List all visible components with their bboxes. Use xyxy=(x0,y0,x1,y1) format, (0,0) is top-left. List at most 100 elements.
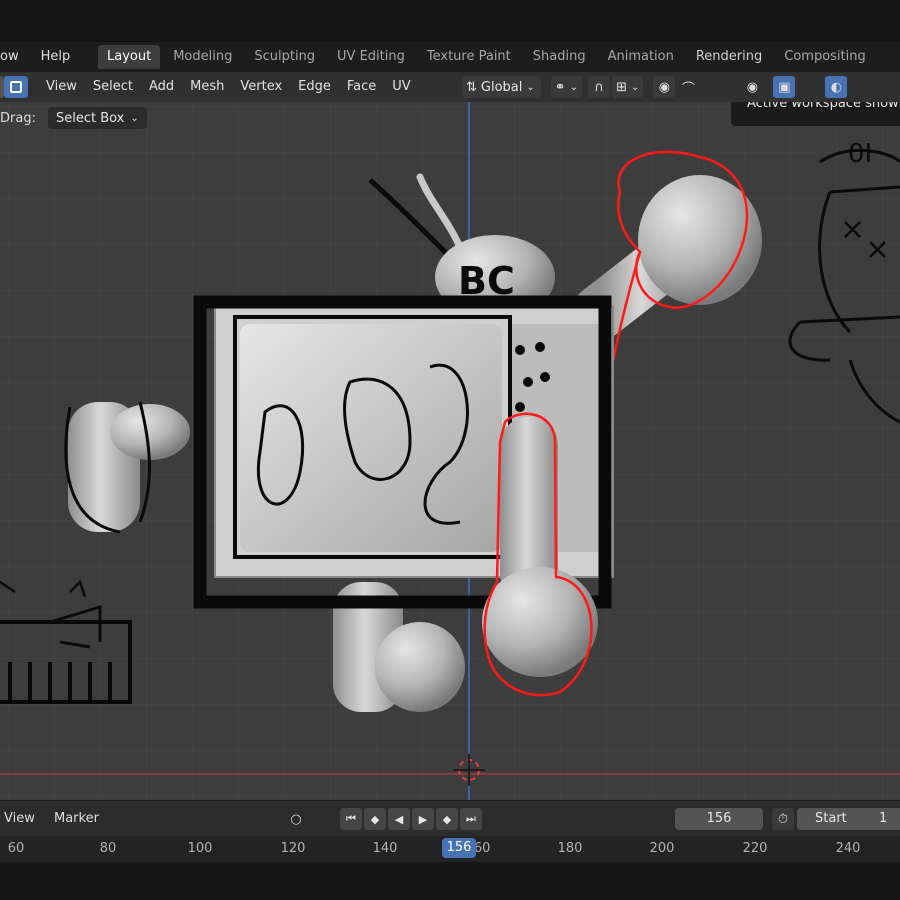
ruler-tick: 120 xyxy=(280,841,306,856)
chevron-down-icon: ⌄ xyxy=(630,81,640,93)
menu-window[interactable]: ow xyxy=(0,42,27,72)
drag-tool-value: Select Box xyxy=(55,110,125,126)
right-hand-mesh xyxy=(482,567,598,677)
menu-mesh[interactable]: Mesh xyxy=(182,72,232,102)
3d-viewport[interactable]: BC 0I Drag: Select Box ⌄ Active workspac… xyxy=(0,102,900,800)
ruler-tick: 200 xyxy=(649,841,675,856)
overlay-icon: ◐ xyxy=(830,79,843,95)
snap-target-dropdown[interactable]: ⊞ ⌄ xyxy=(612,76,644,98)
knob-sketch xyxy=(540,372,550,382)
menu-vertex[interactable]: Vertex xyxy=(232,72,290,102)
tab-modeling[interactable]: Modeling xyxy=(164,45,241,69)
knob-sketch xyxy=(515,402,525,412)
play-icon: ▶ xyxy=(418,812,428,826)
viewport-header: View Select Add Mesh Vertex Edge Face UV… xyxy=(0,72,900,102)
ruler-tick: 80 xyxy=(99,841,117,856)
gizmo-icon: ▣ xyxy=(778,79,791,95)
tab-uv-editing[interactable]: UV Editing xyxy=(328,45,414,69)
pivot-point-dropdown[interactable]: ⚭ ⌄ xyxy=(550,76,583,98)
ruler-tick: 180 xyxy=(557,841,583,856)
bottom-bar xyxy=(0,862,900,900)
timeline-menu-view[interactable]: View xyxy=(4,801,35,837)
menu-edge[interactable]: Edge xyxy=(290,72,339,102)
chevron-down-icon: ⌄ xyxy=(130,112,139,124)
tab-layout[interactable]: Layout xyxy=(98,45,161,69)
ruler-tick: 60 xyxy=(7,841,25,856)
menu-uv[interactable]: UV xyxy=(384,72,418,102)
chevron-down-icon: ⌄ xyxy=(569,81,579,93)
snap-grid-icon: ⊞ xyxy=(616,79,627,95)
tab-sculpting[interactable]: Sculpting xyxy=(245,45,324,69)
next-keyframe-icon: ◆ xyxy=(442,812,452,826)
transform-tools: ⇅ Global ⌄ ⚭ ⌄ ∩ ⊞ ⌄ ◉ ⌒ ◉ ▣ ◐ xyxy=(462,76,848,98)
keying-toggle[interactable]: ○ xyxy=(285,808,307,830)
preview-range-toggle[interactable]: ⏱ xyxy=(772,808,794,830)
jump-end-icon: ⏭ xyxy=(466,812,476,825)
proportional-edit-toggle[interactable]: ◉ xyxy=(653,76,676,98)
playback-controls: ⏮ ◆ ◀ ▶ ◆ ⏭ xyxy=(340,808,482,830)
orientation-value: Global xyxy=(480,79,523,95)
transform-orientation-dropdown[interactable]: ⇅ Global ⌄ xyxy=(462,76,541,98)
knob-sketch xyxy=(523,377,533,387)
drag-label: Drag: xyxy=(0,110,36,126)
play-reverse-button[interactable]: ◀ xyxy=(388,808,410,830)
select-mode-edge-button[interactable] xyxy=(4,76,28,98)
previous-keyframe-button[interactable]: ◆ xyxy=(364,808,386,830)
workspace-tooltip: Active workspace showing xyxy=(731,102,900,126)
select-mode-buttons xyxy=(0,76,28,98)
orientation-icon: ⇅ xyxy=(466,79,477,95)
drag-tool-settings: Drag: Select Box ⌄ xyxy=(0,106,147,130)
ruler-tick: 220 xyxy=(742,841,768,856)
top-menubar: ow Help Layout Modeling Sculpting UV Edi… xyxy=(0,42,900,72)
tab-shading[interactable]: Shading xyxy=(524,45,595,69)
menu-view[interactable]: View xyxy=(38,72,85,102)
ruler-tick: 240 xyxy=(835,841,861,856)
ruler-tick: 140 xyxy=(372,841,398,856)
knob-sketch xyxy=(515,345,525,355)
tab-texture-paint[interactable]: Texture Paint xyxy=(418,45,520,69)
falloff-dropdown[interactable]: ⌒ xyxy=(677,76,699,98)
play-reverse-icon: ◀ xyxy=(394,812,404,826)
start-value: 1 xyxy=(879,811,888,826)
gizmo-toggle[interactable]: ▣ xyxy=(773,76,796,98)
visibility-toggle[interactable]: ◉ xyxy=(741,76,763,98)
select-box-icon xyxy=(10,81,22,93)
record-icon: ○ xyxy=(290,811,302,827)
next-keyframe-button[interactable]: ◆ xyxy=(436,808,458,830)
link-icon: ⚭ xyxy=(554,79,566,95)
stopwatch-icon: ⏱ xyxy=(777,811,789,827)
playhead-frame-indicator[interactable]: 156 xyxy=(442,838,476,858)
top-bar xyxy=(0,0,900,42)
menu-select[interactable]: Select xyxy=(85,72,141,102)
jump-to-end-button[interactable]: ⏭ xyxy=(460,808,482,830)
magnet-icon: ∩ xyxy=(594,79,604,95)
menu-help[interactable]: Help xyxy=(33,42,79,72)
tab-compositing[interactable]: Compositing xyxy=(775,45,875,69)
proportional-edit-icon: ◉ xyxy=(658,79,671,95)
start-frame-field[interactable]: Start 1 xyxy=(797,808,900,830)
drag-tool-dropdown[interactable]: Select Box ⌄ xyxy=(47,107,147,129)
jump-to-start-button[interactable]: ⏮ xyxy=(340,808,362,830)
timeline-header: View Marker ○ ⏮ ◆ ◀ ▶ ◆ ⏭ 156 ⏱ Start 1 xyxy=(0,800,900,836)
menu-face[interactable]: Face xyxy=(339,72,384,102)
menu-add[interactable]: Add xyxy=(141,72,182,102)
falloff-curve-icon: ⌒ xyxy=(681,81,695,97)
timeline-menu-marker[interactable]: Marker xyxy=(54,801,99,837)
workspace-tabs: Layout Modeling Sculpting UV Editing Tex… xyxy=(98,42,879,72)
start-label: Start xyxy=(815,811,847,826)
play-button[interactable]: ▶ xyxy=(412,808,434,830)
tab-animation[interactable]: Animation xyxy=(599,45,683,69)
jump-start-icon: ⏮ xyxy=(346,812,356,825)
sketch-letters: 0I xyxy=(848,139,872,169)
chevron-down-icon: ⌄ xyxy=(526,81,535,93)
eye-icon: ◉ xyxy=(746,79,759,95)
current-frame-field[interactable]: 156 xyxy=(675,808,763,830)
snap-toggle[interactable]: ∩ xyxy=(588,76,611,98)
left-foot-mesh xyxy=(375,622,465,712)
viewport-canvas: BC 0I xyxy=(0,102,900,800)
overlay-toggle[interactable]: ◐ xyxy=(825,76,848,98)
prev-keyframe-icon: ◆ xyxy=(370,812,380,826)
ruler-tick: 100 xyxy=(187,841,213,856)
knob-sketch xyxy=(535,342,545,352)
tab-rendering[interactable]: Rendering xyxy=(687,45,771,69)
